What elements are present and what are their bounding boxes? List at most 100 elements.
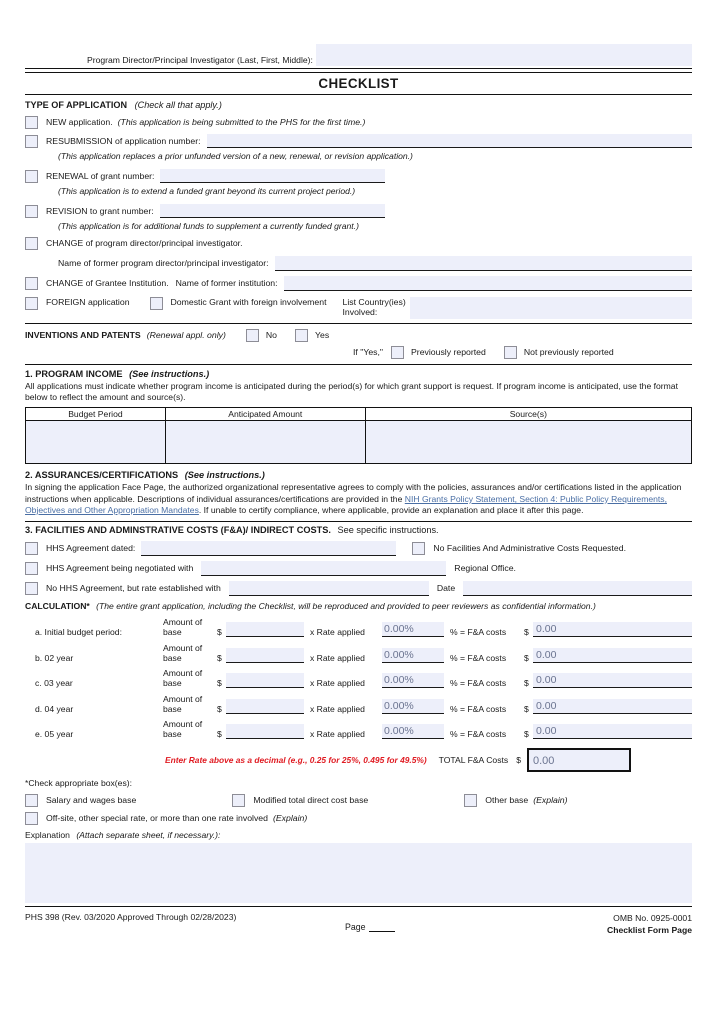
fa-amount-field-b[interactable]: 0.00: [533, 647, 692, 663]
label-resubmission: RESUBMISSION of application number:: [46, 136, 201, 146]
inventions-ifyes-row: If "Yes," Previously reported Not previo…: [25, 345, 692, 359]
fa-amount-field-d[interactable]: 0.00: [533, 698, 692, 714]
cell-sources[interactable]: [364, 420, 693, 465]
program-income-body: All applications must indicate whether p…: [25, 380, 678, 402]
table-row: [25, 420, 693, 465]
checkbox-inventions-no[interactable]: [245, 328, 259, 342]
fa-amount-field-e[interactable]: 0.00: [533, 724, 692, 740]
amount-of-base-label-d: Amount of base: [163, 693, 203, 714]
explanation-note: (Attach separate sheet, if necessary.):: [76, 829, 221, 840]
total-fa-costs-field[interactable]: 0.00: [526, 748, 631, 773]
dollar-sign-base-a: $: [217, 627, 222, 638]
fa-amount-field-a[interactable]: 0.00: [533, 622, 692, 638]
former-pd-field[interactable]: [274, 255, 692, 271]
footer-form-page: Checklist Form Page: [606, 925, 692, 936]
checkbox-offsite-rate[interactable]: [25, 811, 38, 825]
inventions-label: INVENTIONS AND PATENTS: [25, 330, 141, 340]
rate-field-b[interactable]: 0.00%: [382, 647, 444, 663]
checkbox-hhs-agreement-dated[interactable]: [25, 541, 38, 555]
checkbox-other-base[interactable]: [464, 793, 478, 807]
checkbox-row-new[interactable]: NEW application. (This application is be…: [25, 115, 692, 129]
checkbox-foreign-application[interactable]: [25, 296, 38, 310]
x-rate-label-d: x Rate applied: [310, 703, 365, 714]
rate-field-a[interactable]: 0.00%: [382, 622, 444, 638]
pct-fa-label-a: % = F&A costs: [450, 627, 507, 638]
base-field-e[interactable]: [226, 724, 304, 740]
former-institution-field[interactable]: [283, 275, 692, 291]
checkbox-inventions-yes[interactable]: [295, 328, 308, 342]
checkbox-row-change-grantee[interactable]: CHANGE of Grantee Institution. Name of f…: [25, 275, 692, 291]
base-field-a[interactable]: [226, 622, 304, 638]
x-rate-label-c: x Rate applied: [310, 678, 365, 689]
program-income-divider: [25, 363, 692, 365]
checkbox-resubmission[interactable]: [25, 134, 38, 148]
rate-field-d[interactable]: 0.00%: [382, 698, 444, 714]
cell-anticipated-amount[interactable]: [164, 420, 366, 465]
resubmission-number-field[interactable]: [206, 134, 692, 148]
calc-label-d: d. 04 year: [35, 703, 74, 714]
checkbox-row-change-pd[interactable]: CHANGE of program director/principal inv…: [25, 236, 692, 250]
renewal-number-field[interactable]: [160, 169, 386, 183]
checkbox-not-previously-reported[interactable]: [503, 345, 517, 359]
assurances-body-part2: . If unable to certify compliance, where…: [198, 505, 584, 516]
calc-row-e: e. 05 year Amount of base $ x Rate appli…: [25, 719, 692, 740]
label-previously-reported: Previously reported: [411, 347, 486, 357]
no-hhs-date-field[interactable]: [463, 580, 692, 596]
checkbox-new-application[interactable]: [25, 115, 38, 129]
rate-field-c[interactable]: 0.00%: [382, 673, 444, 689]
hhs-agreement-dated-field[interactable]: [141, 540, 397, 556]
calculation-note: (The entire grant application, including…: [96, 600, 596, 611]
footer-page-field[interactable]: [368, 921, 395, 933]
hhs-dated-row[interactable]: HHS Agreement dated: No Facilities And A…: [25, 540, 692, 556]
pi-header: Program Director/Principal Investigator …: [25, 0, 692, 66]
base-type-row[interactable]: Salary and wages base Modified total dir…: [25, 793, 692, 807]
assurances-heading-note: (See instructions.): [184, 470, 265, 481]
checkbox-modified-total-direct-cost-base[interactable]: [232, 793, 246, 807]
explanation-textarea[interactable]: [25, 843, 692, 904]
hhs-negotiated-row[interactable]: HHS Agreement being negotiated with Regi…: [25, 560, 692, 576]
label-revision: REVISION to grant number:: [46, 206, 154, 216]
title-divider: [25, 94, 692, 95]
checkbox-row-revision[interactable]: REVISION to grant number:: [25, 204, 692, 218]
foreign-row[interactable]: FOREIGN application Domestic Grant with …: [25, 296, 692, 319]
base-field-d[interactable]: [226, 698, 304, 714]
inventions-row: INVENTIONS AND PATENTS (Renewal appl. on…: [25, 328, 692, 342]
label-modified-total-direct-cost-base: Modified total direct cost base: [253, 795, 369, 806]
former-pd-label: Name of former program director/principa…: [58, 258, 269, 268]
checkbox-hhs-negotiated[interactable]: [25, 561, 38, 575]
former-pd-row: Name of former program director/principa…: [25, 255, 692, 271]
calculation-row: CALCULATION* (The entire grant applicati…: [25, 601, 692, 612]
hhs-negotiated-field[interactable]: [201, 560, 447, 576]
checkbox-revision[interactable]: [25, 204, 38, 218]
amount-of-base-label-b: Amount of base: [163, 642, 203, 663]
pi-name-field[interactable]: [315, 44, 692, 66]
offsite-row[interactable]: Off-site, other special rate, or more th…: [25, 811, 692, 825]
no-hhs-rate-field[interactable]: [228, 580, 429, 596]
checkbox-previously-reported[interactable]: [391, 345, 404, 359]
footer-omb: OMB No. 0925-0001: [613, 913, 692, 924]
label-hhs-agreement-dated: HHS Agreement dated:: [46, 543, 136, 554]
base-field-c[interactable]: [226, 673, 304, 689]
revision-number-field[interactable]: [159, 204, 385, 218]
checkbox-renewal[interactable]: [25, 169, 38, 183]
checkbox-no-fa-requested[interactable]: [412, 541, 426, 555]
no-hhs-row[interactable]: No HHS Agreement, but rate established w…: [25, 580, 692, 596]
checkbox-row-renewal[interactable]: RENEWAL of grant number:: [25, 169, 692, 183]
checkbox-row-resubmission[interactable]: RESUBMISSION of application number:: [25, 134, 692, 148]
label-inventions-no: No: [265, 330, 277, 340]
checkbox-salary-wages-base[interactable]: [25, 793, 38, 807]
checkbox-domestic-grant-foreign[interactable]: [149, 296, 163, 310]
label-no-fa-requested: No Facilities And Administrative Costs R…: [433, 543, 627, 554]
checkbox-no-hhs-agreement[interactable]: [25, 581, 38, 595]
total-fa-label: TOTAL F&A Costs: [438, 755, 509, 766]
label-foreign-application: FOREIGN application: [46, 296, 130, 307]
list-country-field[interactable]: [409, 296, 692, 319]
enter-rate-warning: Enter Rate above as a decimal (e.g., 0.2…: [165, 755, 427, 766]
cell-budget-period[interactable]: [25, 420, 166, 465]
checkbox-change-grantee-institution[interactable]: [25, 276, 38, 290]
checkbox-change-program-director[interactable]: [25, 236, 38, 250]
pct-fa-label-d: % = F&A costs: [450, 703, 507, 714]
fa-amount-field-c[interactable]: 0.00: [533, 673, 692, 689]
base-field-b[interactable]: [226, 647, 304, 663]
rate-field-e[interactable]: 0.00%: [382, 724, 444, 740]
